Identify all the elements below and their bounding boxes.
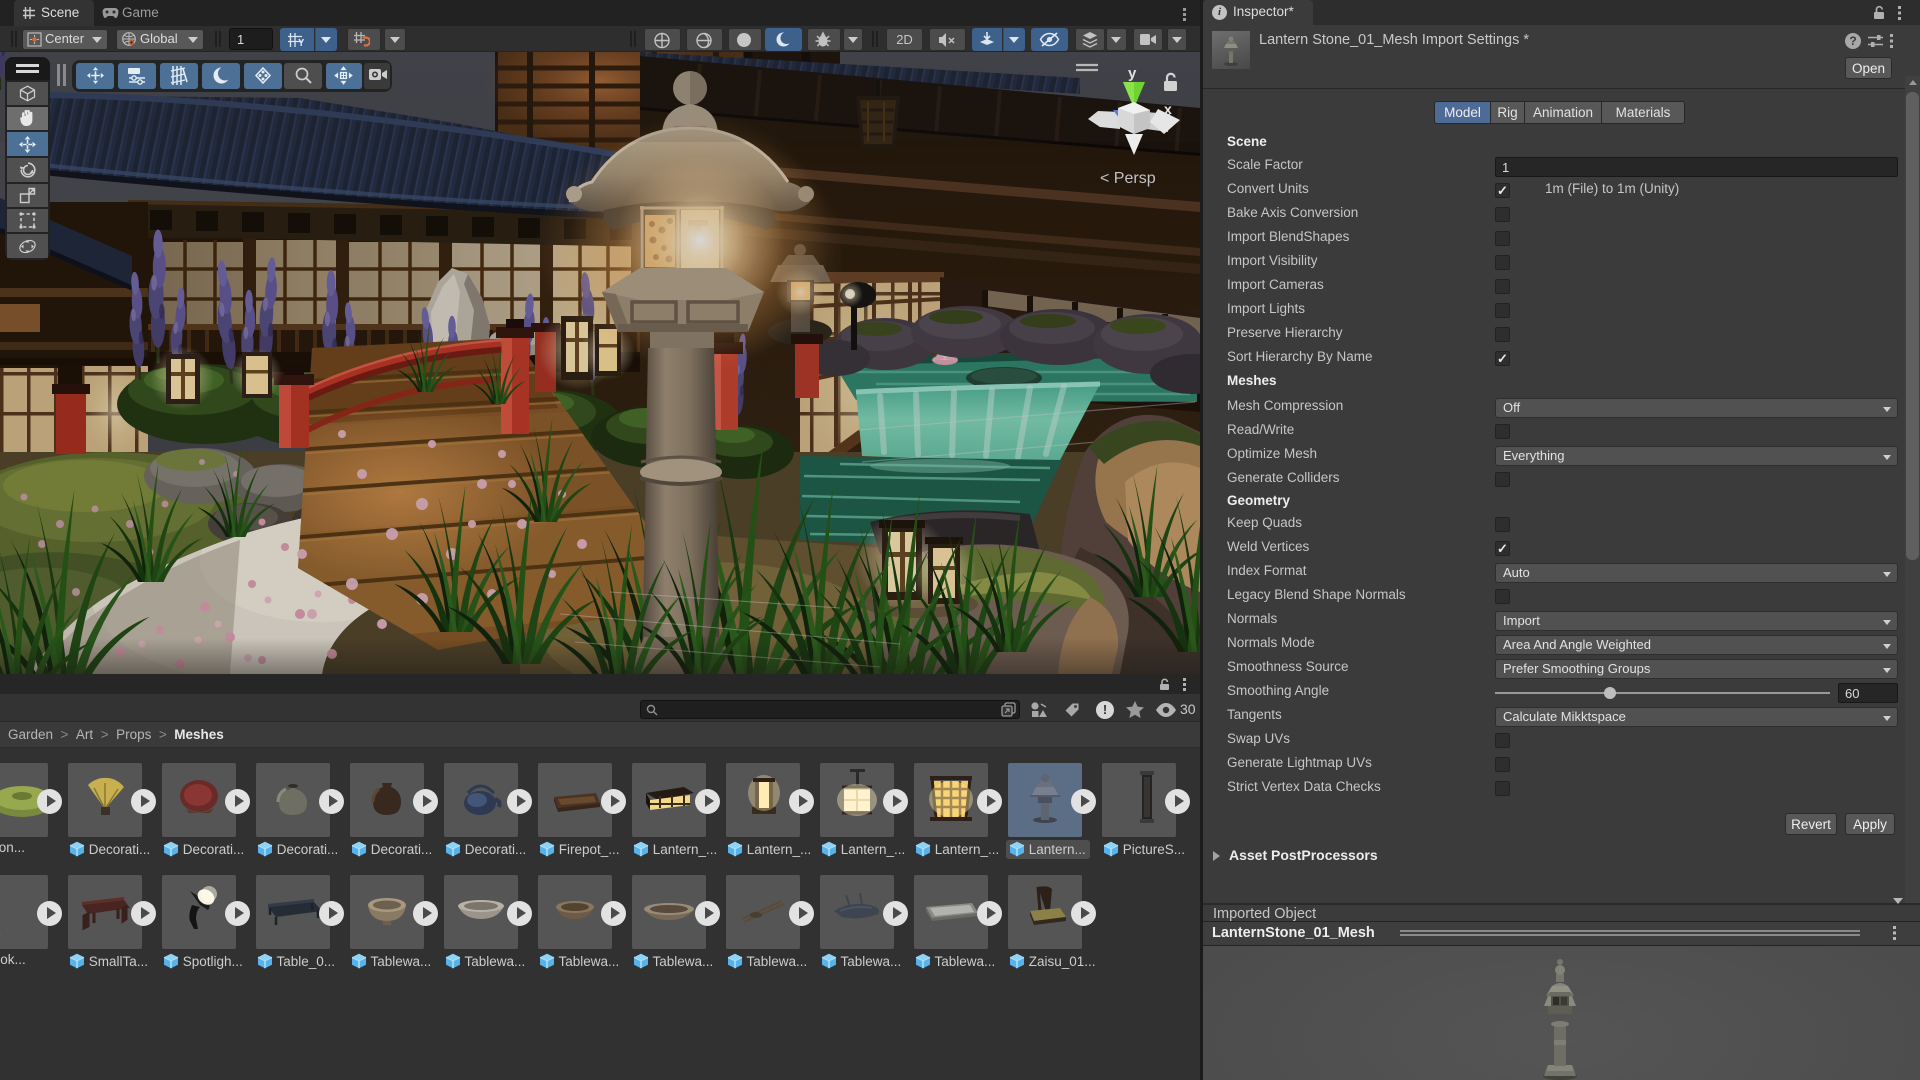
svg-text:y: y: [1128, 65, 1137, 82]
svg-text:< Persp: < Persp: [1100, 170, 1156, 187]
svg-text:x: x: [1164, 101, 1172, 117]
